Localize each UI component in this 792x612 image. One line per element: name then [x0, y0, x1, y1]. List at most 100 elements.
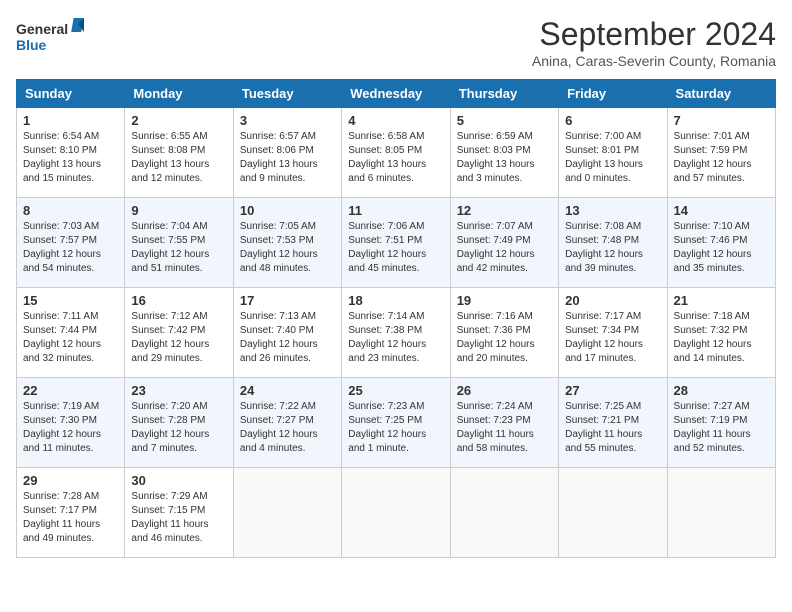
cell-info: Sunrise: 7:14 AMSunset: 7:38 PMDaylight …: [348, 310, 443, 366]
calendar-cell: 24Sunrise: 7:22 AMSunset: 7:27 PMDayligh…: [233, 378, 341, 468]
calendar-week-row: 29 Sunrise: 7:28 AMSunset: 7:17 PMDayligh…: [17, 468, 776, 558]
day-number: 19: [457, 293, 552, 308]
day-number: 16: [131, 293, 226, 308]
header-thursday: Thursday: [450, 80, 558, 108]
svg-text:Blue: Blue: [16, 37, 47, 53]
logo-svg: General Blue: [16, 16, 86, 58]
calendar-cell: 7 Sunrise: 7:01 AMSunset: 7:59 PMDaylight…: [667, 108, 775, 198]
calendar-cell: 25 Sunrise: 7:23 AMSunset: 7:25 PMDayligh…: [342, 378, 450, 468]
cell-info: Sunrise: 7:12 AMSunset: 7:42 PMDaylight …: [131, 310, 226, 366]
cell-info: Sunrise: 7:01 AMSunset: 7:59 PMDaylight …: [674, 130, 769, 186]
calendar-cell: 14 Sunrise: 7:10 AMSunset: 7:46 PMDayligh…: [667, 198, 775, 288]
header-sunday: Sunday: [17, 80, 125, 108]
logo: General Blue: [16, 16, 86, 58]
calendar-cell: [667, 468, 775, 558]
calendar-cell: [342, 468, 450, 558]
cell-info: Sunrise: 7:11 AMSunset: 7:44 PMDaylight …: [23, 310, 118, 366]
location-subtitle: Anina, Caras-Severin County, Romania: [532, 53, 776, 69]
cell-info: Sunrise: 7:27 AMSunset: 7:19 PMDaylight …: [674, 400, 769, 456]
cell-info: Sunrise: 7:04 AMSunset: 7:55 PMDaylight …: [131, 220, 226, 276]
day-number: 11: [348, 203, 443, 218]
cell-info: Sunrise: 7:25 AMSunset: 7:21 PMDaylight …: [565, 400, 660, 456]
calendar-cell: [233, 468, 341, 558]
day-number: 10: [240, 203, 335, 218]
calendar-cell: 21 Sunrise: 7:18 AMSunset: 7:32 PMDayligh…: [667, 288, 775, 378]
calendar-cell: 8 Sunrise: 7:03 AMSunset: 7:57 PMDaylight…: [17, 198, 125, 288]
calendar-cell: 13Sunrise: 7:08 AMSunset: 7:48 PMDayligh…: [559, 198, 667, 288]
calendar-cell: 27 Sunrise: 7:25 AMSunset: 7:21 PMDayligh…: [559, 378, 667, 468]
day-number: 6: [565, 113, 660, 128]
calendar-cell: [450, 468, 558, 558]
calendar-cell: 30Sunrise: 7:29 AMSunset: 7:15 PMDayligh…: [125, 468, 233, 558]
day-number: 9: [131, 203, 226, 218]
month-title: September 2024: [532, 16, 776, 53]
page-header: General Blue September 2024 Anina, Caras…: [16, 16, 776, 69]
calendar-cell: 4 Sunrise: 6:58 AMSunset: 8:05 PMDaylight…: [342, 108, 450, 198]
calendar-cell: 9 Sunrise: 7:04 AMSunset: 7:55 PMDaylight…: [125, 198, 233, 288]
day-number: 15: [23, 293, 118, 308]
day-number: 14: [674, 203, 769, 218]
cell-info: Sunrise: 7:13 AMSunset: 7:40 PMDaylight …: [240, 310, 335, 366]
cell-info: Sunrise: 6:54 AMSunset: 8:10 PMDaylight …: [23, 130, 118, 186]
cell-info: Sunrise: 6:57 AMSunset: 8:06 PMDaylight …: [240, 130, 335, 186]
calendar-cell: 20 Sunrise: 7:17 AMSunset: 7:34 PMDayligh…: [559, 288, 667, 378]
day-number: 22: [23, 383, 118, 398]
calendar-cell: 15 Sunrise: 7:11 AMSunset: 7:44 PMDayligh…: [17, 288, 125, 378]
calendar-week-row: 8 Sunrise: 7:03 AMSunset: 7:57 PMDaylight…: [17, 198, 776, 288]
header-tuesday: Tuesday: [233, 80, 341, 108]
cell-info: Sunrise: 7:29 AMSunset: 7:15 PMDaylight …: [131, 490, 226, 546]
cell-info: Sunrise: 6:58 AMSunset: 8:05 PMDaylight …: [348, 130, 443, 186]
day-number: 25: [348, 383, 443, 398]
cell-info: Sunrise: 7:10 AMSunset: 7:46 PMDaylight …: [674, 220, 769, 276]
calendar-cell: 11Sunrise: 7:06 AMSunset: 7:51 PMDayligh…: [342, 198, 450, 288]
svg-text:General: General: [16, 21, 68, 37]
day-number: 2: [131, 113, 226, 128]
cell-info: Sunrise: 7:28 AMSunset: 7:17 PMDaylight …: [23, 490, 118, 546]
day-number: 20: [565, 293, 660, 308]
calendar-cell: 22 Sunrise: 7:19 AMSunset: 7:30 PMDayligh…: [17, 378, 125, 468]
cell-info: Sunrise: 6:55 AMSunset: 8:08 PMDaylight …: [131, 130, 226, 186]
calendar-cell: 18 Sunrise: 7:14 AMSunset: 7:38 PMDayligh…: [342, 288, 450, 378]
day-number: 29: [23, 473, 118, 488]
calendar-cell: 5Sunrise: 6:59 AMSunset: 8:03 PMDaylight…: [450, 108, 558, 198]
cell-info: Sunrise: 7:20 AMSunset: 7:28 PMDaylight …: [131, 400, 226, 456]
cell-info: Sunrise: 7:08 AMSunset: 7:48 PMDaylight …: [565, 220, 660, 276]
day-number: 28: [674, 383, 769, 398]
day-number: 24: [240, 383, 335, 398]
day-number: 3: [240, 113, 335, 128]
calendar-cell: 6Sunrise: 7:00 AMSunset: 8:01 PMDaylight…: [559, 108, 667, 198]
header-friday: Friday: [559, 80, 667, 108]
header-monday: Monday: [125, 80, 233, 108]
day-number: 12: [457, 203, 552, 218]
calendar-week-row: 1Sunrise: 6:54 AMSunset: 8:10 PMDaylight…: [17, 108, 776, 198]
header-row: Sunday Monday Tuesday Wednesday Thursday…: [17, 80, 776, 108]
day-number: 8: [23, 203, 118, 218]
day-number: 4: [348, 113, 443, 128]
cell-info: Sunrise: 7:19 AMSunset: 7:30 PMDaylight …: [23, 400, 118, 456]
day-number: 7: [674, 113, 769, 128]
header-saturday: Saturday: [667, 80, 775, 108]
day-number: 18: [348, 293, 443, 308]
cell-info: Sunrise: 6:59 AMSunset: 8:03 PMDaylight …: [457, 130, 552, 186]
calendar-cell: 23 Sunrise: 7:20 AMSunset: 7:28 PMDayligh…: [125, 378, 233, 468]
day-number: 21: [674, 293, 769, 308]
calendar-cell: 26 Sunrise: 7:24 AMSunset: 7:23 PMDayligh…: [450, 378, 558, 468]
calendar-table: Sunday Monday Tuesday Wednesday Thursday…: [16, 79, 776, 558]
cell-info: Sunrise: 7:23 AMSunset: 7:25 PMDaylight …: [348, 400, 443, 456]
calendar-cell: 19 Sunrise: 7:16 AMSunset: 7:36 PMDayligh…: [450, 288, 558, 378]
cell-info: Sunrise: 7:07 AMSunset: 7:49 PMDaylight …: [457, 220, 552, 276]
calendar-cell: 1Sunrise: 6:54 AMSunset: 8:10 PMDaylight…: [17, 108, 125, 198]
cell-info: Sunrise: 7:16 AMSunset: 7:36 PMDaylight …: [457, 310, 552, 366]
day-number: 26: [457, 383, 552, 398]
cell-info: Sunrise: 7:03 AMSunset: 7:57 PMDaylight …: [23, 220, 118, 276]
cell-info: Sunrise: 7:18 AMSunset: 7:32 PMDaylight …: [674, 310, 769, 366]
cell-info: Sunrise: 7:24 AMSunset: 7:23 PMDaylight …: [457, 400, 552, 456]
calendar-cell: 29 Sunrise: 7:28 AMSunset: 7:17 PMDayligh…: [17, 468, 125, 558]
cell-info: Sunrise: 7:17 AMSunset: 7:34 PMDaylight …: [565, 310, 660, 366]
calendar-cell: 16 Sunrise: 7:12 AMSunset: 7:42 PMDayligh…: [125, 288, 233, 378]
calendar-cell: 10Sunrise: 7:05 AMSunset: 7:53 PMDayligh…: [233, 198, 341, 288]
calendar-cell: 17Sunrise: 7:13 AMSunset: 7:40 PMDayligh…: [233, 288, 341, 378]
header-wednesday: Wednesday: [342, 80, 450, 108]
day-number: 23: [131, 383, 226, 398]
day-number: 27: [565, 383, 660, 398]
